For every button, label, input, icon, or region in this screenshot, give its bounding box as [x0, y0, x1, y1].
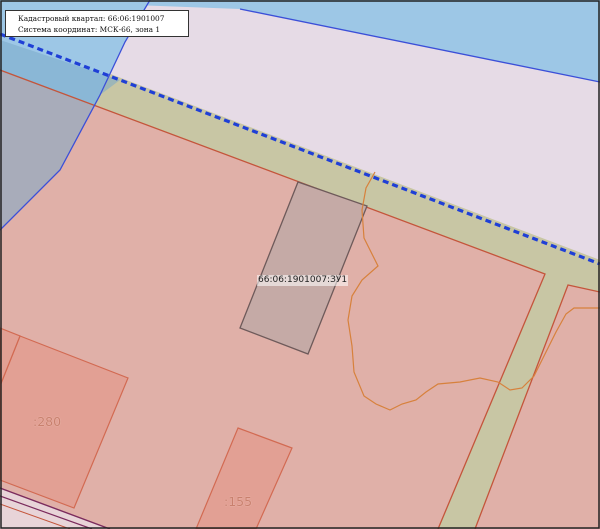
map-view[interactable]: Кадастровый квартал: 66:06:1901007 Систе… [0, 0, 600, 529]
parcel-280-label: :280 [33, 414, 62, 429]
legend-box: Кадастровый квартал: 66:06:1901007 Систе… [5, 10, 189, 37]
parcel-zu1-label: 66:06:1901007:ЗУ1 [257, 275, 349, 286]
map-canvas[interactable] [0, 0, 600, 529]
parcel-155-label: :155 [224, 494, 253, 509]
coordinate-system-text: Система координат: МСК-66, зона 1 [18, 25, 161, 34]
cadastral-block-text: Кадастровый квартал: 66:06:1901007 [18, 14, 165, 23]
